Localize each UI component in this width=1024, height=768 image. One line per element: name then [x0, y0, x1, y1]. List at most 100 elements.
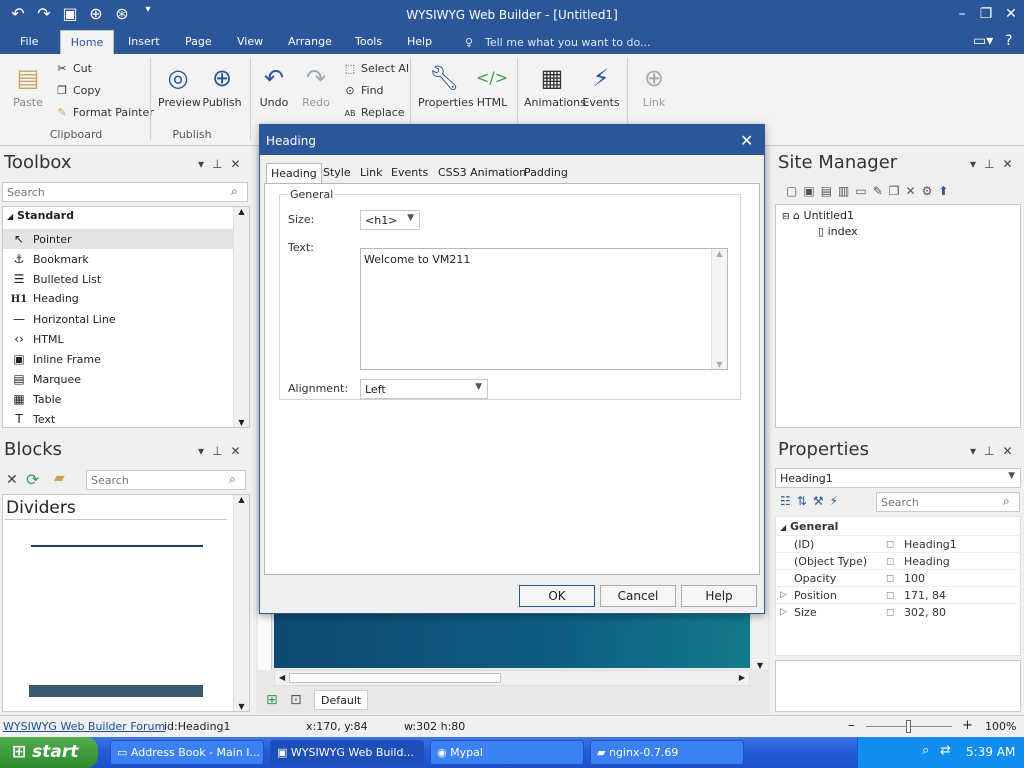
tab-heading[interactable]: Heading: [266, 163, 322, 184]
property-row[interactable]: (Object Type) ◻ Heading: [776, 552, 1022, 569]
property-row[interactable]: ▷ Size ◻ 302, 80: [776, 603, 1022, 620]
network-tray-icon[interactable]: ⇄: [940, 743, 951, 758]
cut-button[interactable]: ✂ Cut: [54, 62, 92, 75]
checkbox-icon[interactable]: ◻: [886, 553, 894, 570]
pin-icon[interactable]: ⊥: [984, 444, 994, 458]
dropdown-icon[interactable]: ▾: [970, 444, 976, 458]
close-icon[interactable]: ✕: [1002, 444, 1012, 458]
toolbox-item[interactable]: ‹› HTML: [3, 329, 233, 349]
pin-icon[interactable]: ⊥: [212, 157, 222, 171]
blocks-search-input[interactable]: Search: [86, 470, 246, 490]
categorized-icon[interactable]: ☷: [780, 494, 791, 508]
toolbox-item[interactable]: ☰ Bulleted List: [3, 269, 233, 289]
page-settings-icon[interactable]: ⊡: [290, 692, 302, 708]
wrench-icon[interactable]: ⚒︎: [813, 494, 824, 508]
edit-page-icon[interactable]: ✎: [873, 184, 883, 198]
checkbox-icon[interactable]: ◻: [886, 570, 894, 587]
delete-block-icon[interactable]: ✕: [6, 472, 18, 488]
tab-tools[interactable]: Tools: [355, 30, 382, 54]
property-row[interactable]: ▷ Position ◻ 171, 84: [776, 586, 1022, 603]
divider-preview-line[interactable]: [31, 545, 203, 547]
toolbox-item[interactable]: H1 Heading: [3, 289, 233, 309]
close-icon[interactable]: ✕: [1002, 157, 1012, 171]
dropdown-icon[interactable]: ▾: [970, 157, 976, 171]
cancel-button[interactable]: Cancel: [600, 585, 676, 607]
link-button[interactable]: ⊕ Link: [636, 62, 672, 109]
object-selector[interactable]: Heading1 ▼: [775, 468, 1021, 488]
display-icon[interactable]: ▭▾: [973, 33, 993, 49]
replace-button[interactable]: AB Replace: [342, 106, 405, 119]
property-row[interactable]: Opacity ◻ 100: [776, 569, 1022, 586]
select-all-button[interactable]: ⬚ Select All: [342, 62, 412, 75]
folder-icon[interactable]: ▰: [54, 470, 65, 486]
refresh-icon[interactable]: ⟳: [26, 470, 39, 489]
expand-icon[interactable]: ▷: [780, 604, 787, 621]
close-window-button[interactable]: ✕: [999, 4, 1023, 24]
move-up-icon[interactable]: ⬆︎: [938, 184, 948, 198]
tree-root[interactable]: ⊟ ⌂ Untitled1: [782, 209, 854, 222]
tab-style[interactable]: Style: [319, 163, 355, 183]
help-button[interactable]: Help: [681, 585, 757, 607]
task-mypal[interactable]: ◉ Mypal: [430, 740, 584, 765]
task-address-book[interactable]: ▭ Address Book - Main I...: [110, 740, 264, 765]
dropdown-icon[interactable]: ▾: [198, 157, 204, 171]
start-button[interactable]: ⊞ start: [0, 737, 98, 768]
add-page-icon[interactable]: ⊞: [266, 692, 278, 708]
canvas-background[interactable]: [274, 614, 750, 668]
undo-button[interactable]: ↶ Undo: [258, 62, 290, 109]
tab-home[interactable]: Home: [60, 30, 114, 54]
property-value[interactable]: 302, 80: [904, 604, 946, 621]
zoom-out-button[interactable]: –: [848, 718, 855, 733]
pin-icon[interactable]: ⊥: [212, 444, 222, 458]
toolbox-search-input[interactable]: Search: [2, 182, 248, 202]
task-nginx[interactable]: ▰ nginx-0.7.69: [590, 740, 744, 765]
pin-icon[interactable]: ⊥: [984, 157, 994, 171]
close-icon[interactable]: ✕: [230, 157, 240, 171]
minimize-button[interactable]: –: [950, 4, 974, 24]
alignment-select[interactable]: Left ▼: [360, 379, 488, 399]
zoom-slider-thumb[interactable]: [906, 720, 911, 733]
tab-file[interactable]: File: [20, 30, 38, 54]
checkbox-icon[interactable]: ◻: [886, 587, 894, 604]
toolbox-item[interactable]: ▤ Marquee: [3, 369, 233, 389]
html-button[interactable]: </> HTML: [474, 62, 510, 109]
tell-me-box[interactable]: Tell me what you want to do...: [485, 36, 651, 49]
tree-page-index[interactable]: ▯ index: [818, 225, 858, 238]
toolbox-item[interactable]: ↖ Pointer: [3, 229, 233, 249]
tab-events[interactable]: Events: [387, 163, 432, 183]
canvas-vscrollbar[interactable]: ▼: [752, 614, 768, 670]
dialog-close-button[interactable]: ✕: [740, 131, 753, 150]
new-page-alt-icon[interactable]: ▣: [803, 184, 814, 198]
tab-view[interactable]: View: [237, 30, 263, 54]
tab-css3-animation[interactable]: CSS3 Animation: [434, 163, 530, 183]
duplicate-icon[interactable]: ❐: [889, 184, 900, 198]
preview-button[interactable]: ◎ Preview: [158, 62, 201, 109]
close-icon[interactable]: ✕: [230, 444, 240, 458]
copy-button[interactable]: ❐ Copy: [54, 84, 101, 97]
lightning-icon[interactable]: ⚡︎: [830, 494, 838, 508]
forum-link[interactable]: WYSIWYG Web Builder Forum: [3, 720, 165, 733]
property-group[interactable]: ◢ General: [776, 518, 1022, 535]
divider-preview-bar[interactable]: [29, 685, 203, 697]
tab-help[interactable]: Help: [407, 30, 432, 54]
checkbox-icon[interactable]: ◻: [886, 536, 894, 553]
redo-button[interactable]: ↷ Redo: [300, 62, 332, 109]
task-wysiwyg[interactable]: ▣ WYSIWYG Web Build...: [270, 740, 424, 765]
dropdown-icon[interactable]: ▾: [198, 444, 204, 458]
tab-insert[interactable]: Insert: [128, 30, 160, 54]
folder-icon[interactable]: ▭: [855, 184, 866, 198]
restore-button[interactable]: ❐: [974, 4, 998, 24]
tab-page[interactable]: Page: [185, 30, 212, 54]
checkbox-icon[interactable]: ◻: [886, 604, 894, 621]
property-row[interactable]: (ID) ◻ Heading1: [776, 535, 1022, 552]
zoom-in-button[interactable]: +: [962, 718, 973, 733]
sort-az-icon[interactable]: ⇅: [797, 494, 807, 508]
find-button[interactable]: ⊙ Find: [342, 84, 383, 97]
animations-button[interactable]: ▦ Animations: [524, 62, 586, 109]
ok-button[interactable]: OK: [519, 585, 595, 607]
canvas-hscrollbar[interactable]: ◀ ▶: [274, 670, 750, 686]
toolbox-item[interactable]: ⚓︎ Bookmark: [3, 249, 233, 269]
page-icon[interactable]: ▤: [821, 184, 832, 198]
page-properties-icon[interactable]: ⚙︎: [922, 184, 933, 198]
toolbox-section-standard[interactable]: ◢ Standard: [7, 209, 74, 222]
